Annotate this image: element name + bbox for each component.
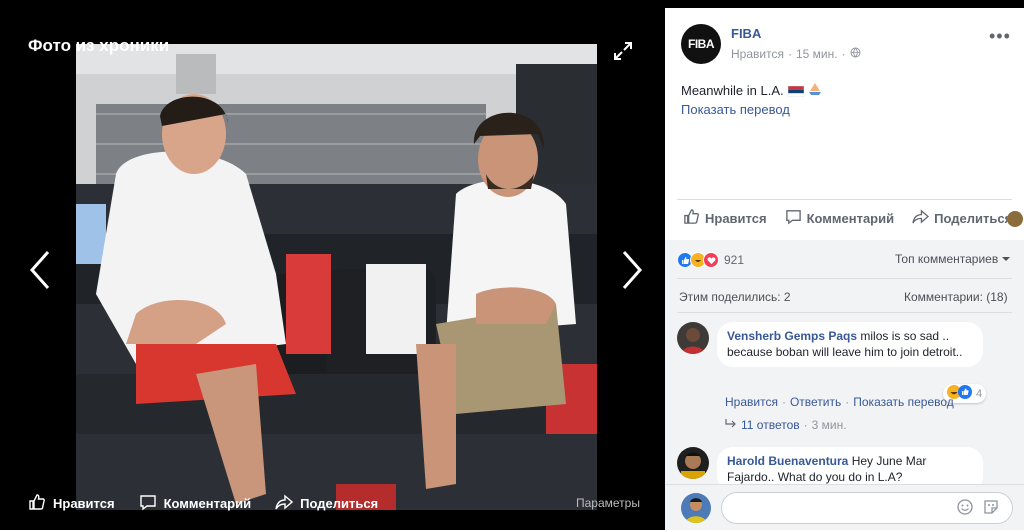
replies-row: 11 ответов · 3 мин. — [725, 418, 847, 432]
arrow-left-icon[interactable] — [26, 248, 56, 292]
like-label: Нравится — [705, 210, 767, 226]
chevron-down-icon — [1001, 252, 1011, 266]
viewer-like-button[interactable]: Нравится — [28, 493, 115, 514]
comment-author[interactable]: Vensherb Gemps Paqs — [727, 329, 857, 343]
divider — [677, 278, 1012, 279]
like-reaction-icon — [958, 385, 972, 402]
comments-section: 921 Топ комментариев Этим поделились: 2 … — [665, 240, 1024, 530]
comment-author[interactable]: Harold Buenaventura — [727, 454, 848, 468]
love-reaction-icon — [703, 252, 719, 268]
avatar[interactable] — [681, 493, 711, 523]
divider — [677, 199, 1012, 200]
separator: · — [803, 418, 808, 432]
viewer-like-label: Нравится — [53, 495, 115, 511]
post-time[interactable]: 15 мин. — [796, 47, 838, 61]
share-label: Поделиться — [934, 210, 1013, 226]
page-like-link[interactable]: Нравится — [731, 47, 784, 61]
share-icon — [275, 493, 294, 514]
viewer-share-button[interactable]: Поделиться — [275, 493, 378, 514]
comment-translate-link[interactable]: Показать перевод — [853, 395, 954, 409]
page-name[interactable]: FIBA — [731, 26, 861, 41]
comment-like-link[interactable]: Нравится — [725, 395, 778, 409]
sticker-icon[interactable] — [983, 499, 999, 520]
globe-icon — [850, 47, 861, 61]
top-comments-label: Топ комментариев — [895, 252, 999, 266]
top-comments-dropdown[interactable]: Топ комментариев — [895, 252, 1011, 266]
divider — [677, 312, 1012, 313]
expand-icon[interactable] — [612, 40, 634, 62]
sailboat-icon — [808, 83, 822, 98]
view-replies-link[interactable]: 11 ответов — [741, 418, 800, 432]
share-button[interactable]: Поделиться — [912, 208, 1012, 228]
post-actions: Нравится Комментарий Поделиться — [683, 208, 1012, 228]
reply-arrow-icon — [725, 418, 737, 432]
serbia-flag-icon — [787, 85, 804, 98]
viewer-title: Фото из хроники — [28, 36, 170, 55]
thumbs-up-icon — [28, 493, 46, 514]
show-translation-link[interactable]: Показать перевод — [681, 102, 790, 117]
comment-reply-link[interactable]: Ответить — [790, 395, 841, 409]
photo-viewer: Фото из хроники Нравится Комментарий Под… — [8, 8, 665, 530]
reaction-count: 921 — [724, 253, 745, 267]
comment-icon — [785, 208, 802, 228]
avatar[interactable] — [1007, 211, 1023, 227]
photo[interactable] — [76, 44, 597, 510]
avatar[interactable] — [677, 447, 709, 479]
shares-link[interactable]: Этим поделились: 2 — [679, 290, 791, 304]
comment-bubble: Vensherb Gemps Paqs milos is so sad .. b… — [717, 322, 983, 367]
meta-separator: · — [841, 47, 846, 61]
separator: · — [781, 395, 786, 409]
comment-button[interactable]: Комментарий — [785, 208, 895, 228]
avatar[interactable] — [677, 322, 709, 354]
comment-icon — [139, 493, 157, 514]
comment-composer — [665, 484, 1024, 530]
comments-count-link[interactable]: Комментарии: (18) — [904, 290, 1008, 304]
post-text-content: Meanwhile in L.A. — [681, 83, 784, 98]
page-avatar[interactable]: FIBA — [681, 24, 721, 64]
reactions-summary[interactable]: 921 — [677, 252, 744, 268]
like-button[interactable]: Нравится — [683, 208, 767, 228]
post-sidebar: FIBA FIBA Нравится · 15 мин. · ••• Meanw… — [665, 8, 1024, 530]
post-text: Meanwhile in L.A. — [681, 83, 822, 98]
share-icon — [912, 208, 930, 228]
replies-time: 3 мин. — [811, 418, 847, 432]
meta-separator: · — [787, 47, 792, 61]
viewer-comment-label: Комментарий — [163, 495, 252, 511]
emoji-icon[interactable] — [957, 499, 973, 520]
options-link[interactable]: Параметры — [576, 496, 640, 510]
photo-theater: Фото из хроники Нравится Комментарий Под… — [0, 0, 1024, 530]
viewer-actions: Нравится Комментарий Поделиться — [28, 486, 378, 520]
thumbs-up-icon — [683, 208, 700, 228]
comment-item: Vensherb Gemps Paqs milos is so sad .. b… — [677, 322, 983, 367]
arrow-right-icon[interactable] — [616, 248, 646, 292]
comment-reaction-count: 4 — [976, 387, 983, 400]
more-icon[interactable]: ••• — [989, 26, 1011, 47]
separator: · — [845, 395, 850, 409]
comment-label: Комментарий — [806, 210, 895, 226]
viewer-comment-button[interactable]: Комментарий — [139, 493, 252, 514]
viewer-share-label: Поделиться — [300, 495, 379, 511]
post-meta: Нравится · 15 мин. · — [731, 47, 861, 61]
comment-actions: Нравится · Ответить · Показать перевод — [725, 395, 954, 409]
post-header: FIBA FIBA Нравится · 15 мин. · — [681, 24, 861, 64]
